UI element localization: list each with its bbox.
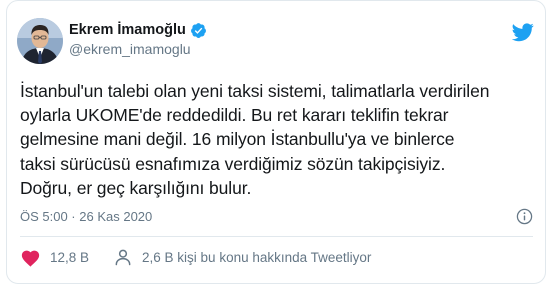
person-icon [113, 247, 133, 267]
tweet-card[interactable]: Ekrem İmamoğlu @ekrem_imamoglu İstanbul'… [6, 0, 546, 284]
divider [20, 236, 533, 237]
author-handle[interactable]: @ekrem_imamoglu [69, 40, 207, 59]
heart-icon [20, 248, 41, 267]
tweet-author[interactable]: Ekrem İmamoğlu @ekrem_imamoglu [17, 18, 207, 64]
avatar[interactable] [17, 18, 63, 64]
twitter-bird-icon[interactable] [511, 23, 534, 42]
verified-badge-icon [190, 22, 207, 39]
tweet-timestamp[interactable]: ÖS 5:00 · 26 Kas 2020 [20, 209, 152, 224]
author-name[interactable]: Ekrem İmamoğlu [69, 21, 186, 40]
discussion-link[interactable]: 2,6 B kişi bu konu hakkında Tweetliyor [113, 247, 371, 267]
like-button[interactable]: 12,8 B [20, 248, 89, 267]
like-count: 12,8 B [50, 249, 90, 265]
info-icon[interactable] [516, 208, 533, 225]
discussion-label: 2,6 B kişi bu konu hakkında Tweetliyor [142, 249, 372, 265]
tweet-text: İstanbul'un talebi olan yeni taksi siste… [20, 81, 490, 198]
